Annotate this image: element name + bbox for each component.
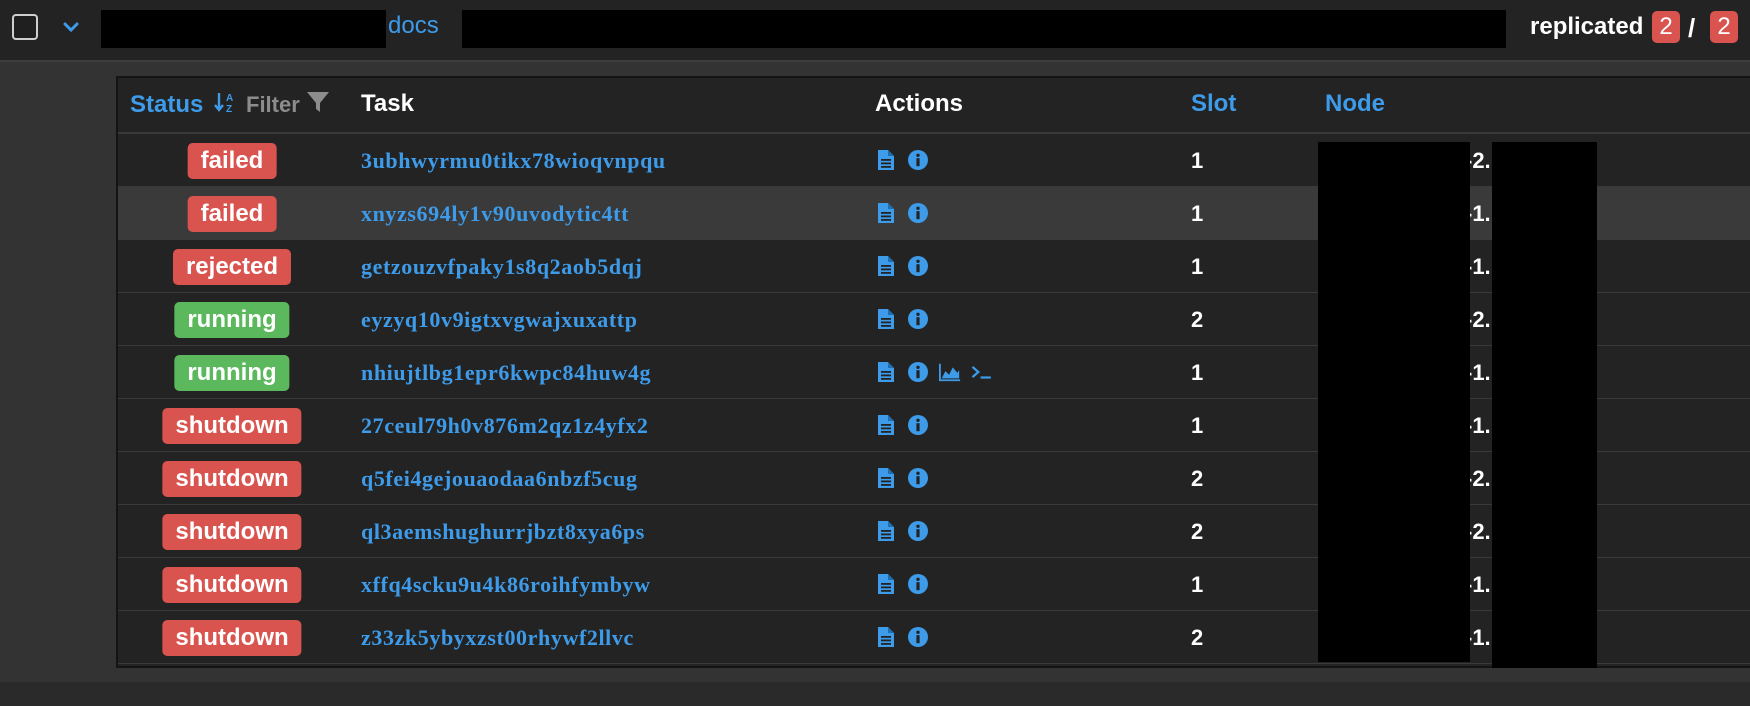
column-status[interactable]: Status A Z bbox=[130, 90, 236, 121]
task-actions bbox=[875, 254, 929, 278]
running-count-badge: 2 bbox=[1652, 11, 1680, 43]
filter-label: Filter bbox=[246, 92, 300, 117]
count-separator: / bbox=[1688, 13, 1696, 43]
service-name-link[interactable]: docs bbox=[388, 12, 439, 40]
task-actions bbox=[875, 307, 929, 331]
task-id-link[interactable]: nhiujtlbg1epr6kwpc84huw4g bbox=[361, 360, 651, 386]
task-id-link[interactable]: eyzyq10v9igtxvgwajxuxattp bbox=[361, 307, 638, 333]
task-actions bbox=[875, 148, 929, 172]
select-service-checkbox[interactable] bbox=[12, 14, 38, 40]
svg-text:Z: Z bbox=[226, 104, 232, 114]
terminal-icon[interactable] bbox=[971, 360, 993, 384]
file-text-icon[interactable] bbox=[875, 572, 897, 596]
status-badge: running bbox=[174, 355, 290, 391]
info-circle-icon[interactable] bbox=[907, 201, 929, 225]
info-circle-icon[interactable] bbox=[907, 572, 929, 596]
task-actions bbox=[875, 466, 929, 490]
redacted-node-name bbox=[1318, 142, 1470, 662]
status-badge: shutdown bbox=[162, 408, 302, 444]
file-text-icon[interactable] bbox=[875, 413, 897, 437]
task-actions bbox=[875, 201, 929, 225]
status-badge: running bbox=[174, 302, 290, 338]
file-text-icon[interactable] bbox=[875, 201, 897, 225]
status-badge: shutdown bbox=[162, 620, 302, 656]
footer-strip bbox=[0, 682, 1750, 706]
sort-alpha-icon[interactable]: A Z bbox=[214, 90, 236, 121]
slot-value: 2 bbox=[1191, 625, 1204, 650]
desired-count-badge: 2 bbox=[1710, 11, 1738, 43]
task-id-link[interactable]: z33zk5ybyxzst00rhywf2llvc bbox=[361, 625, 634, 651]
task-actions bbox=[875, 572, 929, 596]
slot-value: 1 bbox=[1191, 413, 1204, 438]
svg-text:A: A bbox=[226, 93, 233, 104]
slot-value: 2 bbox=[1191, 519, 1204, 544]
status-badge: shutdown bbox=[162, 514, 302, 550]
redacted-node-suffix bbox=[1492, 142, 1597, 668]
file-text-icon[interactable] bbox=[875, 148, 897, 172]
task-actions bbox=[875, 413, 929, 437]
file-text-icon[interactable] bbox=[875, 625, 897, 649]
service-mode-label: replicated bbox=[1530, 13, 1644, 40]
service-detail-page: docs replicated 2 / 2 Status A Z Filter bbox=[0, 0, 1750, 706]
task-actions bbox=[875, 625, 929, 649]
service-header: docs replicated 2 / 2 bbox=[0, 0, 1750, 62]
file-text-icon[interactable] bbox=[875, 254, 897, 278]
info-circle-icon[interactable] bbox=[907, 148, 929, 172]
task-actions bbox=[875, 360, 993, 384]
column-node[interactable]: Node bbox=[1325, 90, 1385, 118]
task-id-link[interactable]: getzouzvfpaky1s8q2aob5dqj bbox=[361, 254, 642, 280]
slot-value: 1 bbox=[1191, 254, 1204, 279]
info-circle-icon[interactable] bbox=[907, 625, 929, 649]
column-task: Task bbox=[361, 90, 414, 117]
task-id-link[interactable]: xffq4scku9u4k86roihfymbyw bbox=[361, 572, 651, 598]
status-badge: failed bbox=[187, 196, 277, 232]
info-circle-icon[interactable] bbox=[907, 360, 929, 384]
status-badge: shutdown bbox=[162, 567, 302, 603]
slot-value: 1 bbox=[1191, 572, 1204, 597]
file-text-icon[interactable] bbox=[875, 307, 897, 331]
slot-value: 2 bbox=[1191, 307, 1204, 332]
task-id-link[interactable]: 27ceul79h0v876m2qz1z4yfx2 bbox=[361, 413, 649, 439]
task-id-link[interactable]: ql3aemshughurrjbzt8xya6ps bbox=[361, 519, 645, 545]
file-text-icon[interactable] bbox=[875, 466, 897, 490]
task-id-link[interactable]: q5fei4gejouaodaa6nbzf5cug bbox=[361, 466, 638, 492]
column-actions: Actions bbox=[875, 90, 964, 117]
status-filter[interactable]: Filter bbox=[246, 90, 330, 120]
file-text-icon[interactable] bbox=[875, 519, 897, 543]
slot-value: 1 bbox=[1191, 360, 1204, 385]
info-circle-icon[interactable] bbox=[907, 466, 929, 490]
status-badge: shutdown bbox=[162, 461, 302, 497]
area-chart-icon[interactable] bbox=[939, 360, 961, 384]
file-text-icon[interactable] bbox=[875, 360, 897, 384]
slot-value: 2 bbox=[1191, 466, 1204, 491]
column-status-label: Status bbox=[130, 90, 204, 118]
redacted-image-name bbox=[462, 10, 1506, 48]
slot-value: 1 bbox=[1191, 201, 1204, 226]
task-id-link[interactable]: 3ubhwyrmu0tikx78wioqvnpqu bbox=[361, 148, 666, 174]
task-id-link[interactable]: xnyzs694ly1v90uvodytic4tt bbox=[361, 201, 629, 227]
redacted-service-prefix bbox=[101, 10, 386, 48]
filter-funnel-icon[interactable] bbox=[306, 90, 330, 120]
slot-value: 1 bbox=[1191, 148, 1204, 173]
status-badge: failed bbox=[187, 143, 277, 179]
chevron-down-icon[interactable] bbox=[58, 14, 84, 40]
column-slot[interactable]: Slot bbox=[1191, 90, 1236, 118]
info-circle-icon[interactable] bbox=[907, 307, 929, 331]
task-actions bbox=[875, 519, 929, 543]
status-badge: rejected bbox=[172, 249, 292, 285]
table-header: Status A Z Filter Task Actions Slot Node bbox=[118, 78, 1750, 134]
info-circle-icon[interactable] bbox=[907, 413, 929, 437]
tasks-table: Status A Z Filter Task Actions Slot Node bbox=[116, 76, 1750, 668]
info-circle-icon[interactable] bbox=[907, 519, 929, 543]
info-circle-icon[interactable] bbox=[907, 254, 929, 278]
